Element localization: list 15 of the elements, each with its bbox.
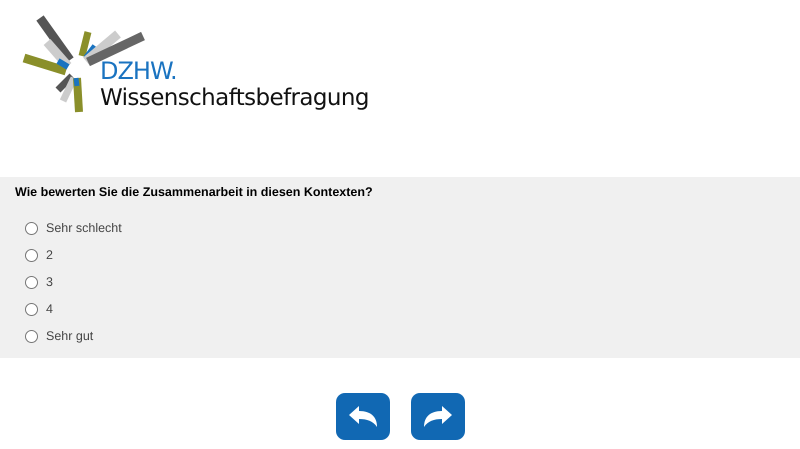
- question-text: Wie bewerten Sie die Zusammenarbeit in diesen Kontexten?: [15, 185, 373, 199]
- option-label[interactable]: 2: [46, 248, 53, 262]
- next-button[interactable]: [410, 393, 464, 440]
- option-label[interactable]: 4: [46, 302, 53, 316]
- radio-button[interactable]: [25, 248, 38, 262]
- back-button[interactable]: [336, 393, 390, 440]
- logo-brand: DZHW.: [100, 58, 177, 84]
- option-label[interactable]: Sehr schlecht: [46, 221, 122, 235]
- radio-button[interactable]: [25, 276, 38, 288]
- radio-button[interactable]: [25, 330, 38, 342]
- option-label[interactable]: 3: [46, 275, 53, 289]
- radio-button[interactable]: [25, 302, 38, 316]
- radio-button[interactable]: [25, 222, 38, 234]
- option-label[interactable]: Sehr gut: [46, 329, 94, 343]
- logo-subtitle: Wissenschaftsbefragung: [100, 84, 369, 112]
